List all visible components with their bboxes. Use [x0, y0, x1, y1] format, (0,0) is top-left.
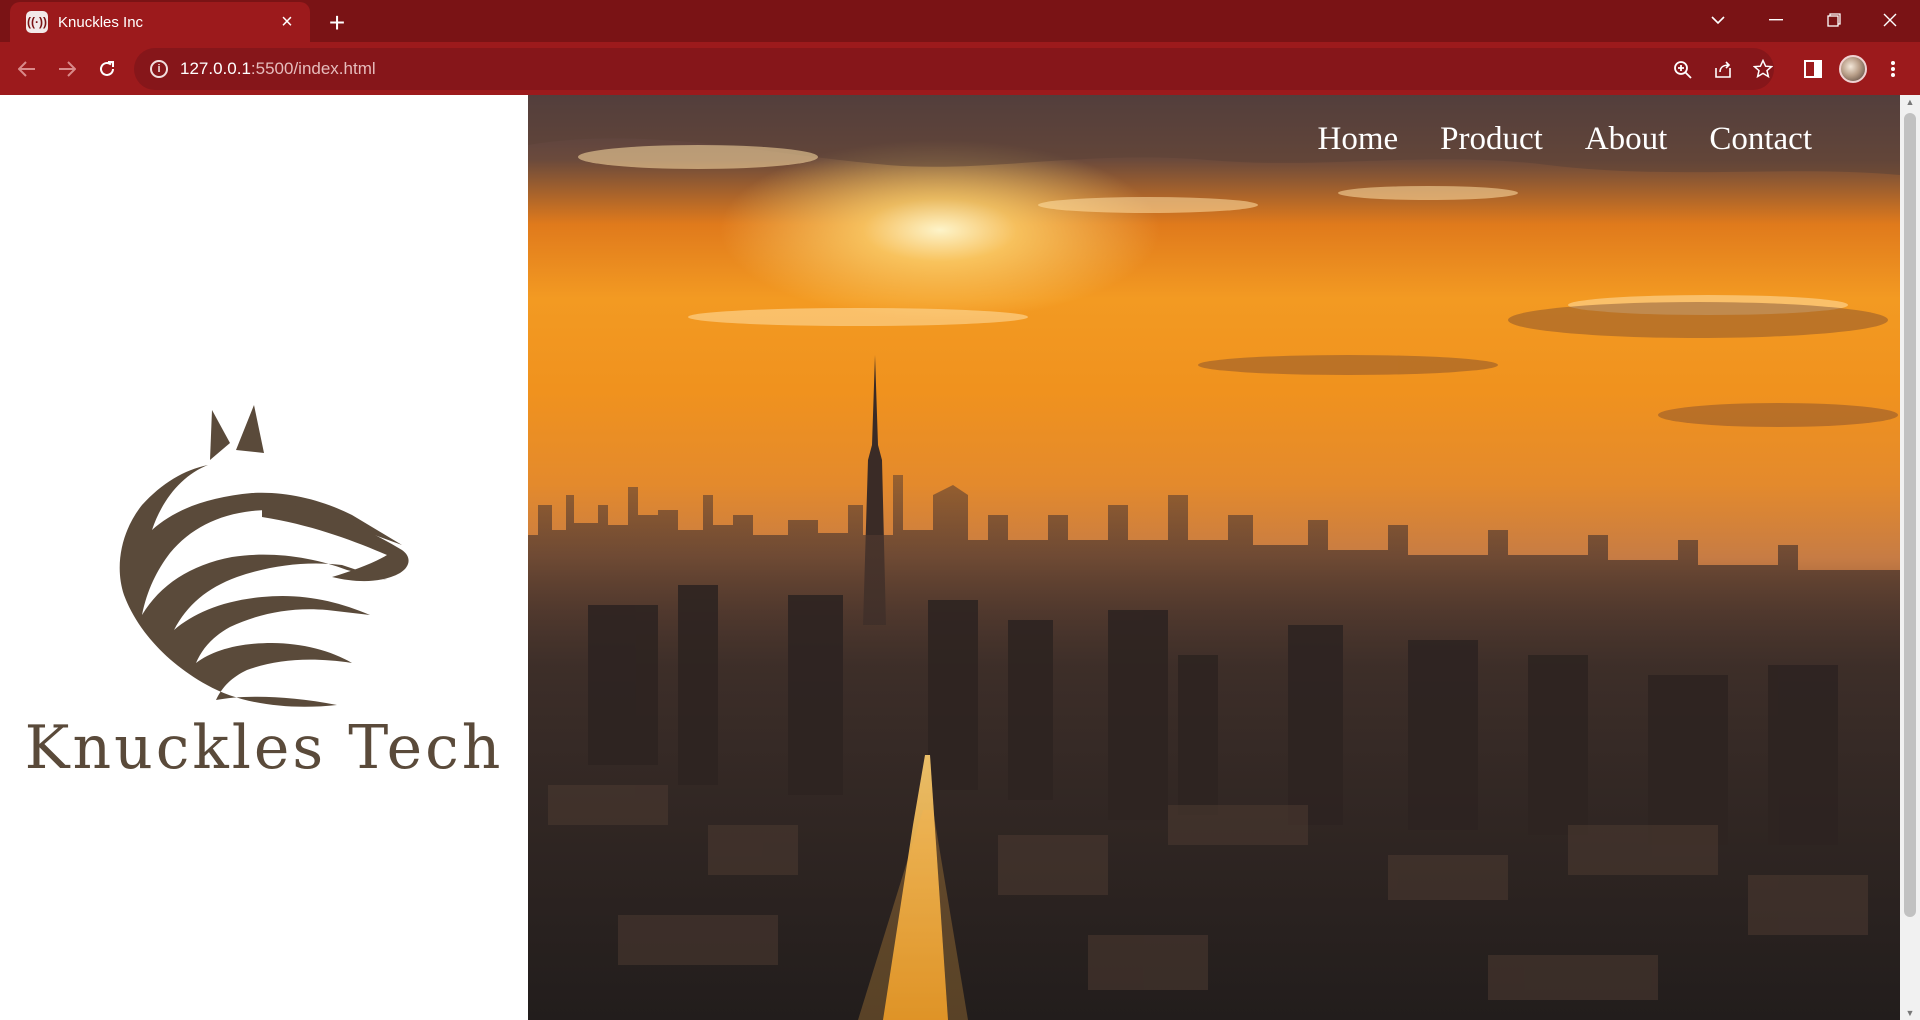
url-text: 127.0.0.1:5500/index.html	[180, 59, 376, 78]
scroll-down-icon[interactable]: ▼	[1900, 1006, 1920, 1020]
tab-title: Knuckles Inc	[58, 13, 144, 31]
close-tab-icon[interactable]: ×	[276, 11, 298, 33]
restore-button[interactable]	[1806, 0, 1862, 40]
scroll-up-icon[interactable]: ▲	[1900, 95, 1920, 109]
browser-tab[interactable]: ((·)) Knuckles Inc ×	[10, 2, 310, 42]
nav-link-home[interactable]: Home	[1318, 121, 1399, 158]
brand-name: Knuckles Tech	[24, 713, 504, 783]
back-icon[interactable]	[10, 52, 44, 86]
tab-strip: ((·)) Knuckles Inc × +	[0, 0, 1920, 42]
close-window-button[interactable]	[1862, 0, 1918, 40]
scrollbar-thumb[interactable]	[1904, 113, 1916, 917]
address-bar[interactable]: i 127.0.0.1:5500/index.html	[134, 48, 1774, 90]
browser-toolbar: i 127.0.0.1:5500/index.html	[0, 42, 1920, 95]
hero-image: Home Product About Contact	[528, 95, 1900, 1020]
city-skyline	[528, 355, 1900, 1020]
nav-link-about[interactable]: About	[1585, 121, 1668, 158]
new-tab-button[interactable]: +	[322, 8, 352, 38]
star-icon[interactable]	[1752, 58, 1774, 80]
tab-search-icon[interactable]	[1690, 0, 1746, 40]
info-icon[interactable]: i	[150, 60, 168, 78]
kebab-menu-icon[interactable]	[1880, 56, 1906, 82]
profile-avatar[interactable]	[1839, 55, 1867, 83]
share-icon[interactable]	[1712, 58, 1734, 80]
reload-icon[interactable]	[90, 52, 124, 86]
page-viewport: Knuckles Tech Home Product About Contact…	[0, 95, 1920, 1020]
main-nav: Home Product About Contact	[1318, 121, 1812, 158]
minimize-button[interactable]	[1748, 0, 1804, 40]
nav-link-product[interactable]: Product	[1440, 121, 1543, 158]
vertical-scrollbar[interactable]: ▲ ▼	[1900, 95, 1920, 1020]
zoom-icon[interactable]	[1671, 58, 1693, 80]
brand-panel: Knuckles Tech	[0, 95, 528, 1020]
forward-icon[interactable]	[50, 52, 84, 86]
nav-link-contact[interactable]: Contact	[1709, 121, 1812, 158]
side-panel-icon[interactable]	[1800, 56, 1826, 82]
favicon-icon: ((·))	[26, 11, 48, 33]
fox-logo-icon	[119, 405, 409, 707]
